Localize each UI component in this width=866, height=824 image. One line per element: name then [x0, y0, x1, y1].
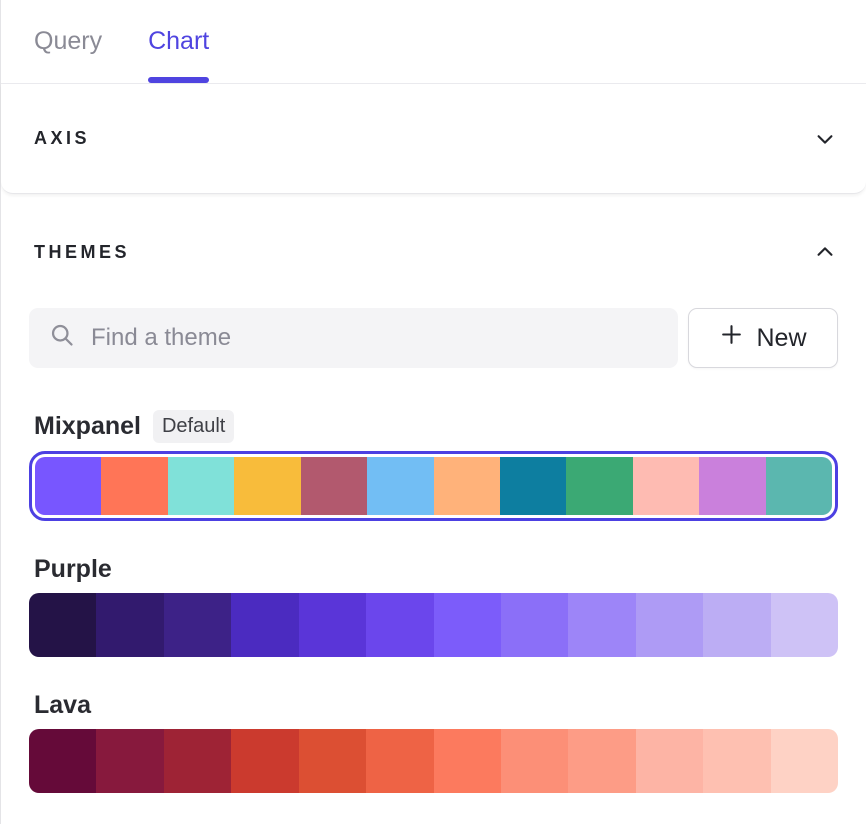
color-swatch [164, 729, 231, 793]
color-swatch [501, 729, 568, 793]
color-swatch [568, 729, 635, 793]
axis-section-title: AXIS [34, 128, 90, 149]
color-swatch [301, 457, 367, 515]
selected-theme-ring[interactable] [29, 451, 838, 521]
search-icon [49, 322, 76, 354]
theme-name: Purple [34, 555, 112, 584]
color-swatch [35, 457, 101, 515]
color-swatch [231, 729, 298, 793]
theme-entry-purple: Purple [29, 555, 838, 657]
tabbar: Query Chart [1, 0, 866, 84]
color-swatch [234, 457, 300, 515]
color-swatch [699, 457, 765, 515]
color-swatch [636, 729, 703, 793]
color-swatch [29, 593, 96, 657]
theme-swatches-lava[interactable] [29, 729, 838, 793]
theme-entry-lava: Lava [29, 691, 838, 793]
theme-entry-mixpanel: Mixpanel Default [29, 410, 838, 521]
theme-label: Mixpanel Default [34, 410, 838, 443]
theme-search-row: New [29, 308, 838, 368]
color-swatch [771, 729, 838, 793]
color-swatch [703, 593, 770, 657]
tab-chart[interactable]: Chart [148, 0, 209, 83]
color-swatch [96, 729, 163, 793]
theme-search-box[interactable] [29, 308, 678, 368]
color-swatch [231, 593, 298, 657]
new-theme-button-label: New [756, 324, 806, 353]
color-swatch [501, 593, 568, 657]
color-swatch [434, 729, 501, 793]
color-swatch [29, 729, 96, 793]
color-swatch [434, 593, 501, 657]
color-swatch [96, 593, 163, 657]
color-swatch [568, 593, 635, 657]
search-input[interactable] [91, 324, 660, 352]
color-swatch [633, 457, 699, 515]
color-swatch [703, 729, 770, 793]
themes-section: THEMES New Mixpanel Default [1, 198, 866, 824]
themes-list: Mixpanel Default Purple Lava Mint [29, 410, 838, 824]
color-swatch [566, 457, 632, 515]
color-swatch [771, 593, 838, 657]
chart-settings-panel: Query Chart AXIS THEMES [0, 0, 866, 824]
theme-swatches-purple[interactable] [29, 593, 838, 657]
color-swatch [101, 457, 167, 515]
theme-default-badge: Default [153, 410, 234, 443]
theme-swatches-mixpanel[interactable] [35, 457, 832, 515]
color-swatch [500, 457, 566, 515]
axis-section-header[interactable]: AXIS [1, 84, 866, 194]
color-swatch [434, 457, 500, 515]
chevron-up-icon[interactable] [814, 241, 836, 263]
theme-label: Purple [34, 555, 838, 584]
color-swatch [299, 729, 366, 793]
color-swatch [766, 457, 832, 515]
theme-name: Mixpanel [34, 412, 141, 441]
themes-section-title: THEMES [34, 242, 130, 263]
color-swatch [366, 729, 433, 793]
color-swatch [168, 457, 234, 515]
new-theme-button[interactable]: New [688, 308, 838, 368]
color-swatch [299, 593, 366, 657]
color-swatch [164, 593, 231, 657]
color-swatch [636, 593, 703, 657]
color-swatch [366, 593, 433, 657]
tab-query[interactable]: Query [34, 0, 102, 83]
theme-label: Lava [34, 691, 838, 720]
chevron-down-icon[interactable] [814, 128, 836, 150]
plus-icon [719, 322, 744, 354]
theme-name: Lava [34, 691, 91, 720]
color-swatch [367, 457, 433, 515]
themes-section-header[interactable]: THEMES [29, 198, 838, 306]
